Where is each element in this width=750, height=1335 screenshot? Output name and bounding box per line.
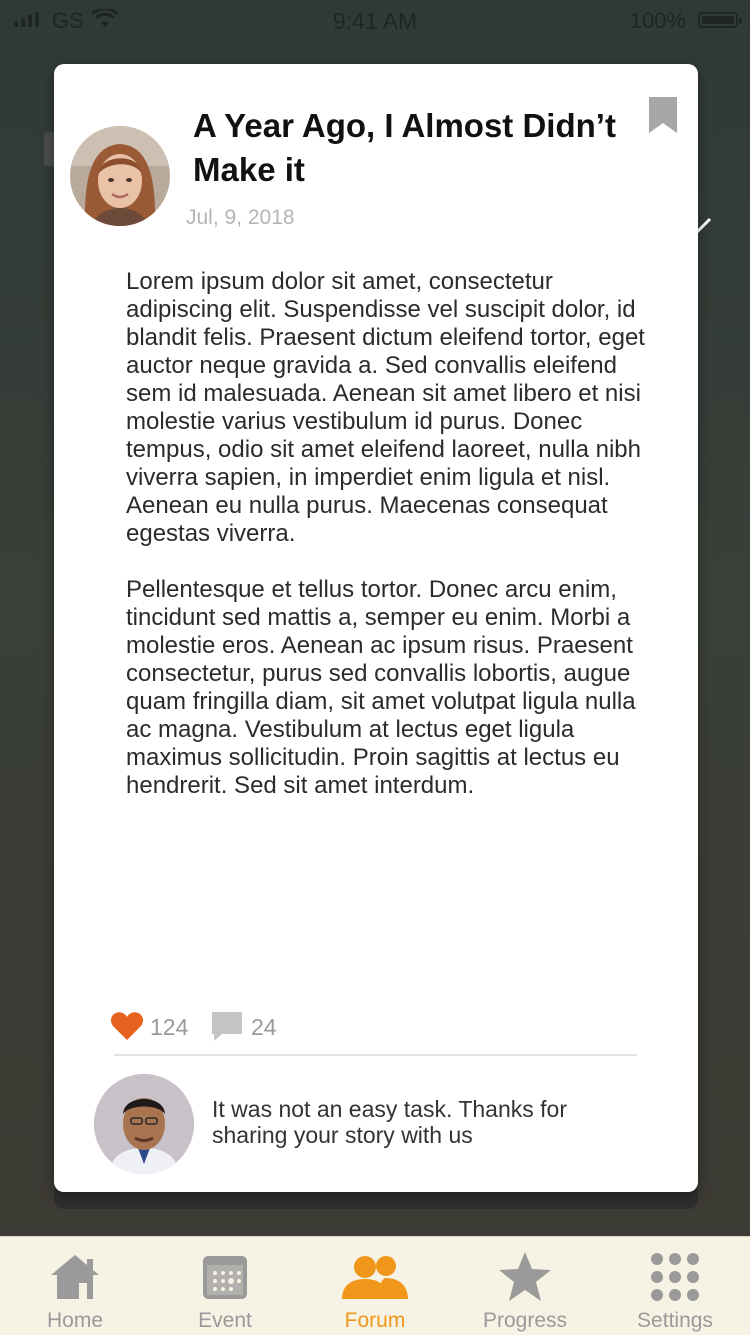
divider: [114, 1054, 637, 1056]
people-icon: [342, 1256, 408, 1299]
likes-count: 124: [150, 1014, 189, 1040]
comment-text: It was not an easy task. Thanks for shar…: [212, 1096, 567, 1148]
tab-label: Forum: [344, 1309, 406, 1332]
heart-icon[interactable]: [110, 1011, 144, 1041]
battery-percent: 100%: [629, 8, 686, 33]
status-bar: GS 9:41 AM 100%: [0, 0, 750, 40]
comment-icon[interactable]: [210, 1010, 244, 1044]
grid-dots-icon: [651, 1253, 699, 1301]
post-body: Lorem ipsum dolor sit amet, consectetur …: [126, 268, 646, 828]
author-avatar[interactable]: [70, 126, 170, 226]
background-card-edge: [44, 132, 54, 166]
tab-forum[interactable]: Forum: [300, 1237, 450, 1335]
tab-label: Event: [198, 1309, 252, 1332]
tab-progress[interactable]: Progress: [450, 1237, 600, 1335]
commenter-photo: [94, 1074, 194, 1174]
post-paragraph: Lorem ipsum dolor sit amet, consectetur …: [126, 268, 645, 547]
tab-home[interactable]: Home: [0, 1237, 150, 1335]
tab-event[interactable]: Event: [150, 1237, 300, 1335]
post-paragraph: Pellentesque et tellus tortor. Donec arc…: [126, 576, 636, 799]
post-title: A Year Ago, I Almost Didn’t Make it: [193, 107, 616, 188]
post-actions: 124 24: [110, 1008, 650, 1044]
tab-bar: Home Event Forum Progress Settings: [0, 1236, 750, 1335]
post-card: A Year Ago, I Almost Didn’t Make it Jul,…: [54, 64, 698, 1192]
comments-count: 24: [251, 1014, 277, 1040]
calendar-icon: [203, 1256, 247, 1299]
author-photo: [70, 126, 170, 226]
tab-label: Settings: [637, 1309, 713, 1332]
tab-settings[interactable]: Settings: [600, 1237, 750, 1335]
star-icon: [499, 1252, 551, 1301]
tab-label: Home: [46, 1309, 104, 1332]
tab-label: Progress: [482, 1309, 568, 1332]
bookmark-icon[interactable]: [648, 96, 678, 134]
commenter-avatar[interactable]: [94, 1074, 194, 1174]
home-icon: [51, 1255, 99, 1299]
post-date: Jul, 9, 2018: [186, 206, 295, 229]
battery-icon: [698, 12, 742, 28]
